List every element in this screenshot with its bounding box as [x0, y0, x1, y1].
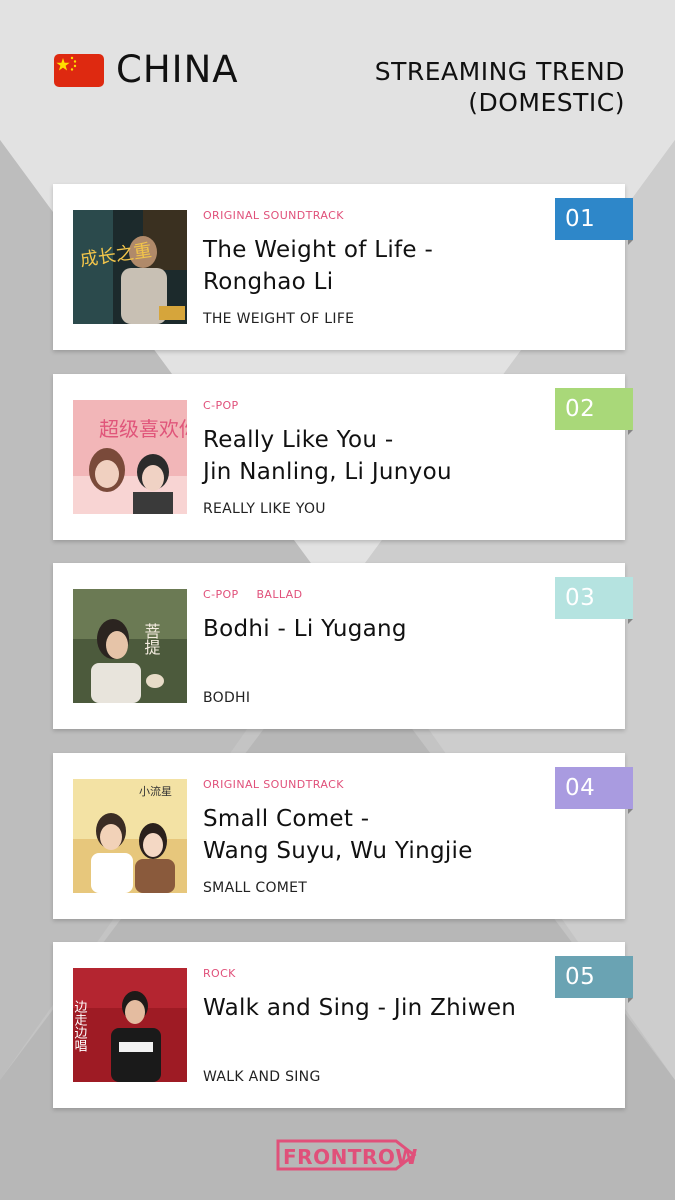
song-title-line1: Small Comet -: [203, 806, 370, 832]
svg-text:小流星: 小流星: [139, 784, 172, 798]
svg-text:菩提: 菩提: [142, 623, 161, 656]
album-name: SMALL COMET: [203, 880, 308, 896]
genre-tags: C-POP: [203, 399, 253, 412]
rank-badge: 03: [555, 577, 633, 624]
album-cover: 边走边唱: [73, 968, 187, 1082]
genre-tags: ORIGINAL SOUNDTRACK: [203, 209, 358, 222]
svg-text:超级喜欢你: 超级喜欢你: [99, 417, 187, 441]
chart-title: STREAMING TREND (DOMESTIC): [375, 56, 625, 118]
song-title-line1: The Weight of Life -: [203, 237, 434, 263]
rank-badge: 02: [555, 388, 633, 435]
song-title-line1: Bodhi - Li Yugang: [203, 616, 407, 642]
logo-text-row: ROW: [362, 1145, 418, 1169]
chart-entry-4[interactable]: 小流星 ORIGINAL SOUNDTRACK Small Comet - Wa…: [53, 753, 633, 919]
album-cover: 超级喜欢你: [73, 400, 187, 514]
genre-tags: ORIGINAL SOUNDTRACK: [203, 778, 358, 791]
genre-tag: ROCK: [203, 967, 236, 980]
rank-badge: 01: [555, 198, 633, 245]
album-name: THE WEIGHT OF LIFE: [203, 311, 355, 327]
song-title: The Weight of Life - Ronghao Li: [203, 234, 563, 298]
frontrow-logo: FRONTROW: [276, 1139, 418, 1171]
album-name: REALLY LIKE YOU: [203, 501, 326, 517]
album-name: BODHI: [203, 690, 251, 706]
genre-tag: ORIGINAL SOUNDTRACK: [203, 209, 344, 222]
chart-title-line2: (DOMESTIC): [468, 88, 625, 117]
album-cover: 成长之重: [73, 210, 187, 324]
song-title: Small Comet - Wang Suyu, Wu Yingjie: [203, 803, 563, 867]
logo-text-front: FRONT: [283, 1145, 362, 1169]
song-title-line1: Walk and Sing - Jin Zhiwen: [203, 995, 517, 1021]
chart-entry-1[interactable]: 成长之重 ORIGINAL SOUNDTRACK The Weight of L…: [53, 184, 633, 350]
song-title-line2: Wang Suyu, Wu Yingjie: [203, 838, 473, 864]
chart-entry-5[interactable]: 边走边唱 ROCK Walk and Sing - Jin Zhiwen WAL…: [53, 942, 633, 1108]
rank-badge: 04: [555, 767, 633, 814]
song-title: Really Like You - Jin Nanling, Li Junyou: [203, 424, 563, 488]
song-title-line2: Ronghao Li: [203, 269, 334, 295]
china-flag-icon: [54, 53, 104, 87]
genre-tag: C-POP: [203, 588, 239, 601]
svg-text:边走边唱: 边走边唱: [73, 1000, 87, 1052]
song-title: Walk and Sing - Jin Zhiwen: [203, 992, 563, 1024]
song-title-line2: Jin Nanling, Li Junyou: [203, 459, 452, 485]
chart-title-line1: STREAMING TREND: [374, 57, 625, 86]
chart-entry-3[interactable]: 菩提 C-POP BALLAD Bodhi - Li Yugang BODHI …: [53, 563, 633, 729]
chart-entry-2[interactable]: 超级喜欢你 C-POP Really Like You - Jin Nanlin…: [53, 374, 633, 540]
album-cover: 小流星: [73, 779, 187, 893]
genre-tags: ROCK: [203, 967, 250, 980]
genre-tag: BALLAD: [256, 588, 303, 601]
genre-tag: C-POP: [203, 399, 239, 412]
album-name: WALK AND SING: [203, 1069, 321, 1085]
country-name: CHINA: [116, 48, 239, 91]
svg-text:FRONTROW: FRONTROW: [283, 1145, 418, 1169]
genre-tags: C-POP BALLAD: [203, 588, 316, 601]
album-cover: 菩提: [73, 589, 187, 703]
genre-tag: ORIGINAL SOUNDTRACK: [203, 778, 344, 791]
song-title: Bodhi - Li Yugang: [203, 613, 563, 645]
country-header: CHINA: [54, 50, 239, 90]
rank-badge: 05: [555, 956, 633, 1003]
song-title-line1: Really Like You -: [203, 427, 394, 453]
